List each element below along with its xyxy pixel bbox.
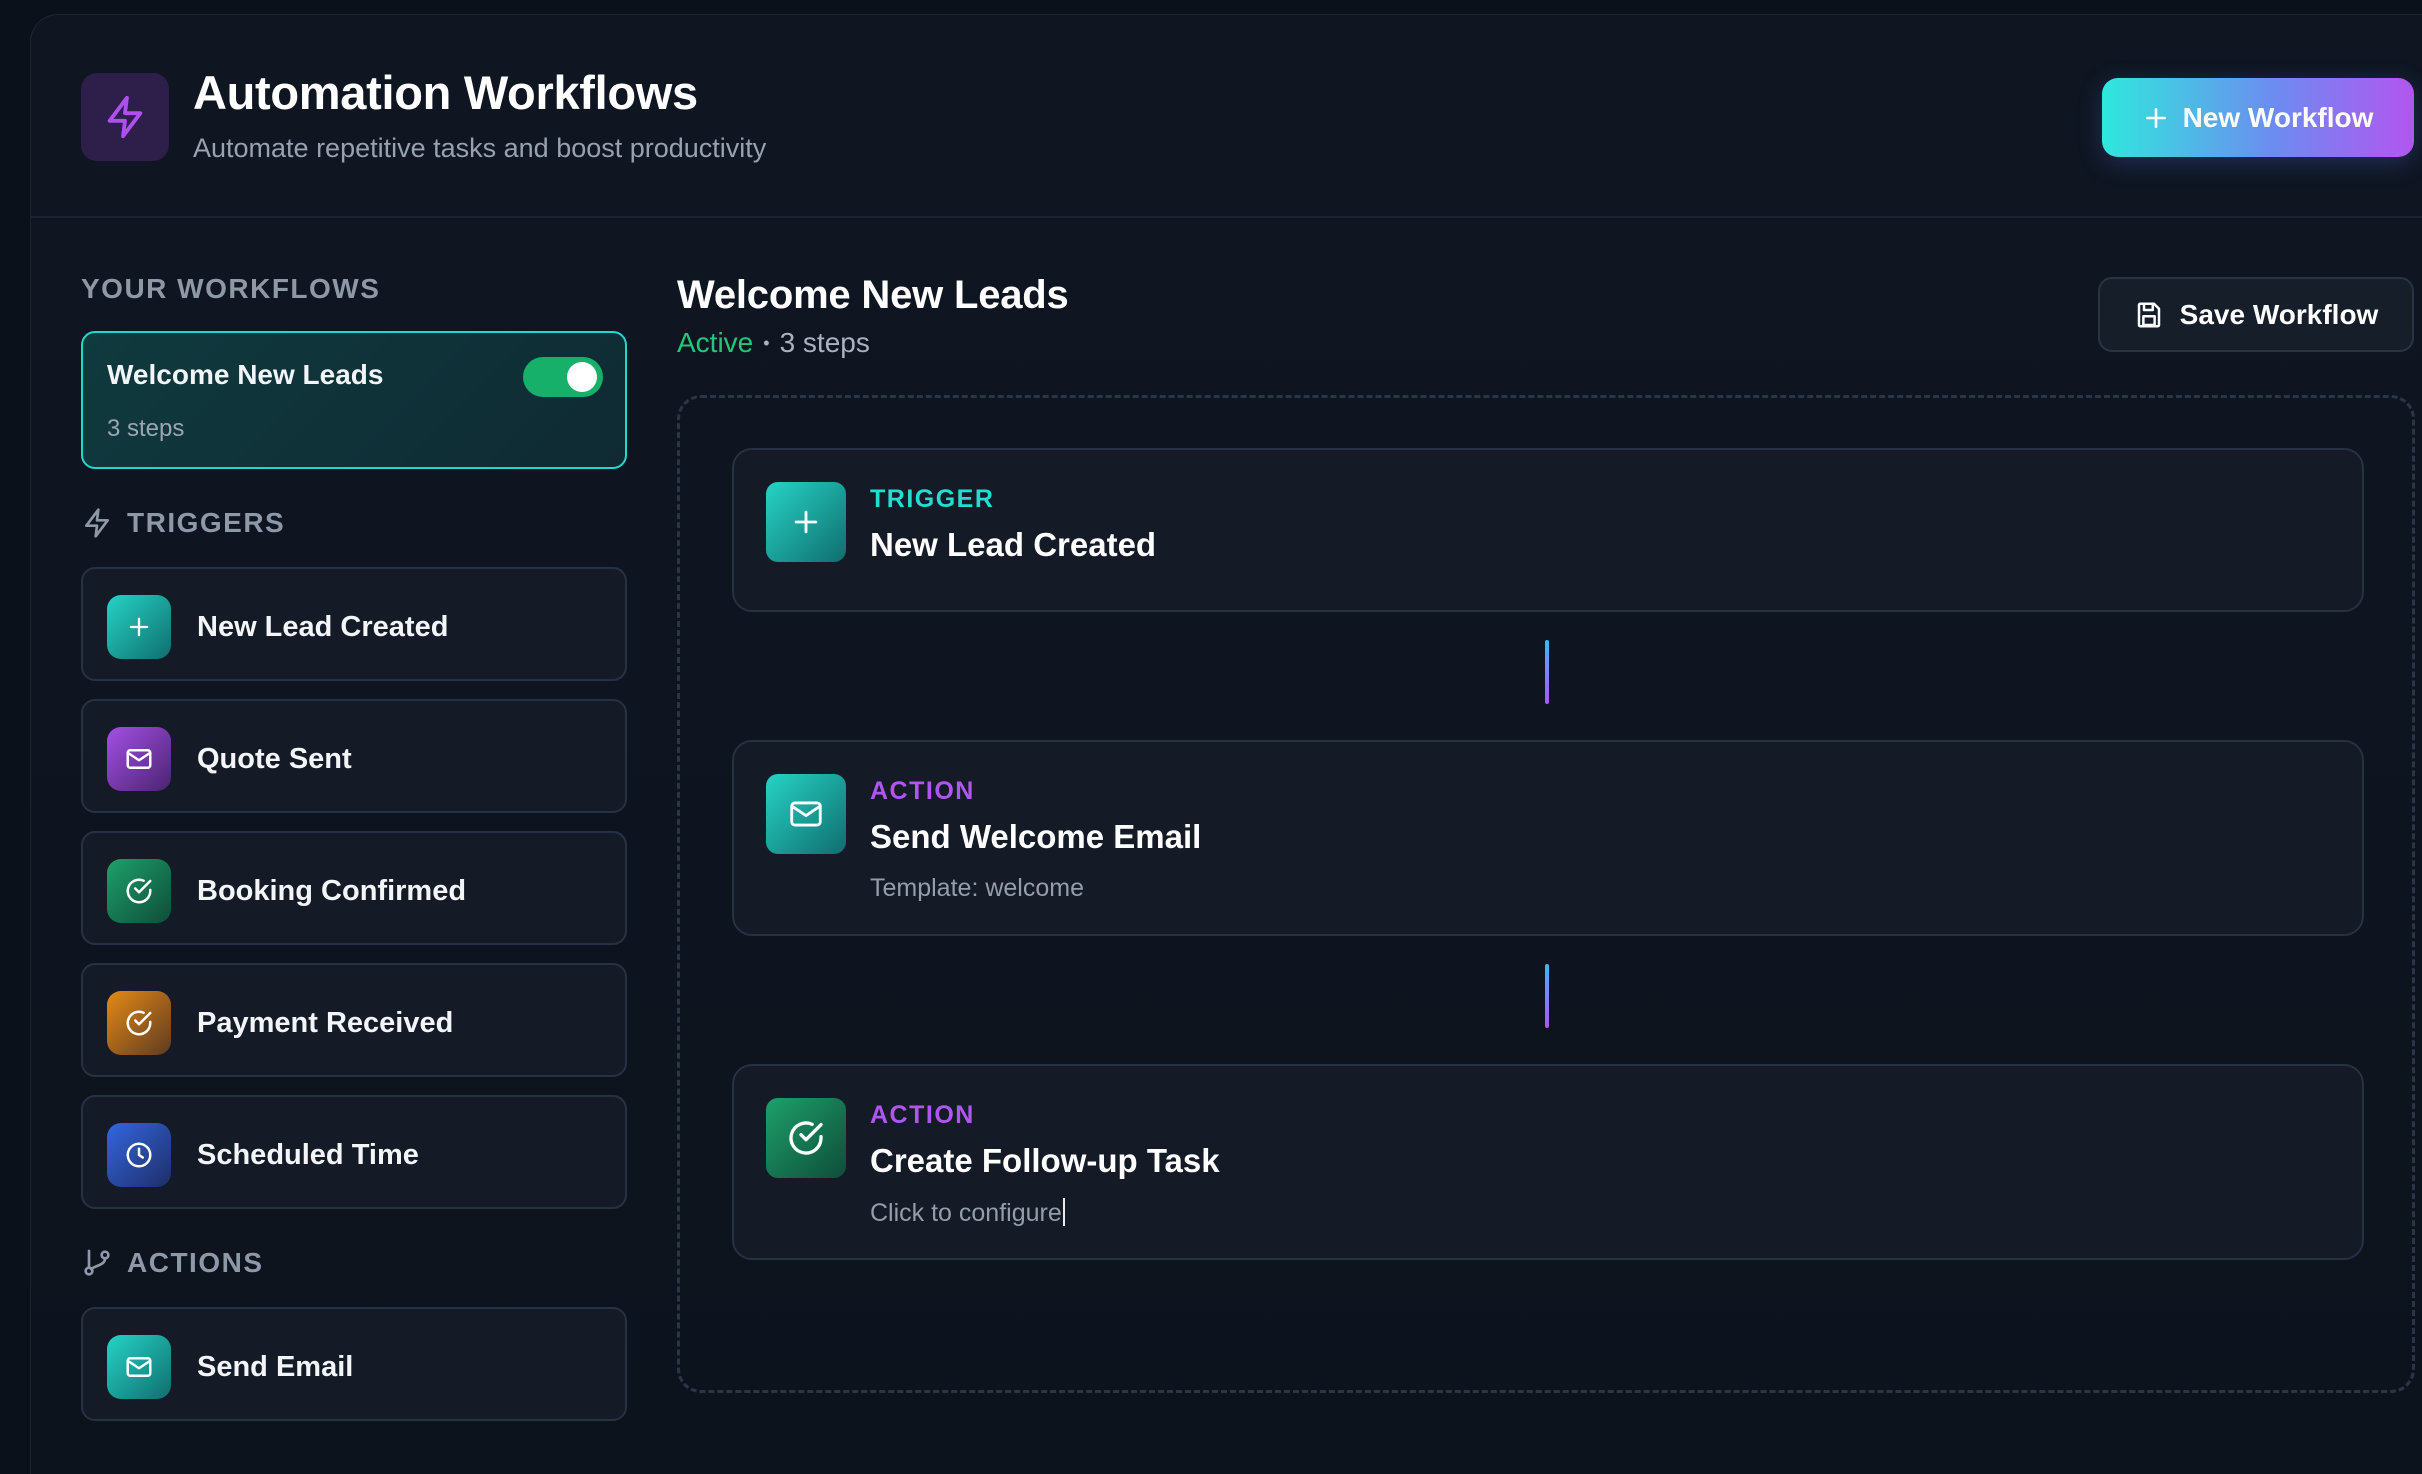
your-workflows-heading: YOUR WORKFLOWS — [81, 273, 381, 304]
trigger-label: Booking Confirmed — [197, 875, 467, 907]
trigger-item-scheduled-time[interactable]: Scheduled Time — [81, 1095, 627, 1209]
page-subtitle: Automate repetitive tasks and boost prod… — [193, 133, 767, 163]
workflow-step-trigger[interactable]: TRIGGER New Lead Created — [732, 448, 2364, 612]
step-kind-label: ACTION — [870, 1101, 975, 1129]
action-item-send-email[interactable]: Send Email — [81, 1307, 627, 1421]
workflow-step-action-email[interactable]: ACTION Send Welcome Email Template: welc… — [732, 740, 2364, 936]
workflow-status-line: Active • 3 steps — [677, 327, 870, 359]
trigger-label: Payment Received — [197, 1007, 454, 1039]
trigger-item-quote-sent[interactable]: Quote Sent — [81, 699, 627, 813]
actions-heading: ACTIONS — [81, 1247, 264, 1279]
lightning-icon — [81, 73, 169, 161]
step-kind-label: TRIGGER — [870, 485, 995, 513]
workflow-step-action-task[interactable]: ACTION Create Follow-up Task Click to co… — [732, 1064, 2364, 1260]
workflow-steps-count: 3 steps — [779, 327, 870, 358]
lightning-icon — [85, 508, 109, 538]
mail-icon — [766, 774, 846, 854]
status-separator: • — [763, 332, 770, 353]
workflow-enabled-toggle[interactable] — [523, 357, 603, 397]
check-circle-icon — [107, 859, 171, 923]
check-circle-icon — [766, 1098, 846, 1178]
save-workflow-button[interactable]: Save Workflow — [2098, 277, 2414, 352]
git-branch-icon — [84, 1249, 110, 1276]
mail-icon — [107, 727, 171, 791]
plus-icon — [766, 482, 846, 562]
workflow-card-welcome-new-leads[interactable]: Welcome New Leads 3 steps — [81, 331, 627, 469]
save-icon — [2137, 302, 2160, 327]
new-workflow-label: New Workflow — [2182, 101, 2374, 133]
trigger-item-booking-confirmed[interactable]: Booking Confirmed — [81, 831, 627, 945]
triggers-heading: TRIGGERS — [81, 507, 285, 539]
step-title: Send Welcome Email — [870, 818, 1202, 855]
text-caret — [1062, 1198, 1065, 1226]
trigger-label: Quote Sent — [197, 743, 352, 775]
trigger-label: New Lead Created — [197, 611, 449, 643]
step-subtitle: Click to configure — [870, 1199, 1062, 1227]
toggle-knob — [567, 362, 597, 392]
step-config-field[interactable]: Click to configure — [870, 1198, 1065, 1228]
save-workflow-label: Save Workflow — [2179, 298, 2379, 330]
check-circle-icon — [107, 991, 171, 1055]
status-badge: Active — [677, 327, 754, 358]
page-title: Automation Workflows — [193, 66, 698, 119]
app-window: Automation Workflows Automate repetitive… — [30, 14, 2422, 1474]
step-subtitle: Template: welcome — [870, 874, 1084, 902]
action-label: Send Email — [197, 1351, 354, 1383]
step-title: Create Follow-up Task — [870, 1142, 1220, 1179]
workflow-canvas: TRIGGER New Lead Created ACTION Send Wel… — [677, 395, 2415, 1393]
trigger-label: Scheduled Time — [197, 1139, 419, 1171]
trigger-item-payment-received[interactable]: Payment Received — [81, 963, 627, 1077]
header: Automation Workflows Automate repetitive… — [31, 15, 2422, 218]
step-connector — [1545, 964, 1549, 1028]
trigger-item-new-lead-created[interactable]: New Lead Created — [81, 567, 627, 681]
step-kind-label: ACTION — [870, 777, 975, 805]
mail-icon — [107, 1335, 171, 1399]
new-workflow-button[interactable]: New Workflow — [2102, 78, 2414, 157]
clock-icon — [107, 1123, 171, 1187]
step-title: New Lead Created — [870, 526, 1157, 563]
plus-icon — [2145, 107, 2166, 128]
workflow-steps-count: 3 steps — [107, 415, 185, 442]
workflow-name: Welcome New Leads — [107, 359, 384, 390]
plus-icon — [107, 595, 171, 659]
step-connector — [1545, 640, 1549, 704]
workflow-title: Welcome New Leads — [677, 273, 1069, 317]
